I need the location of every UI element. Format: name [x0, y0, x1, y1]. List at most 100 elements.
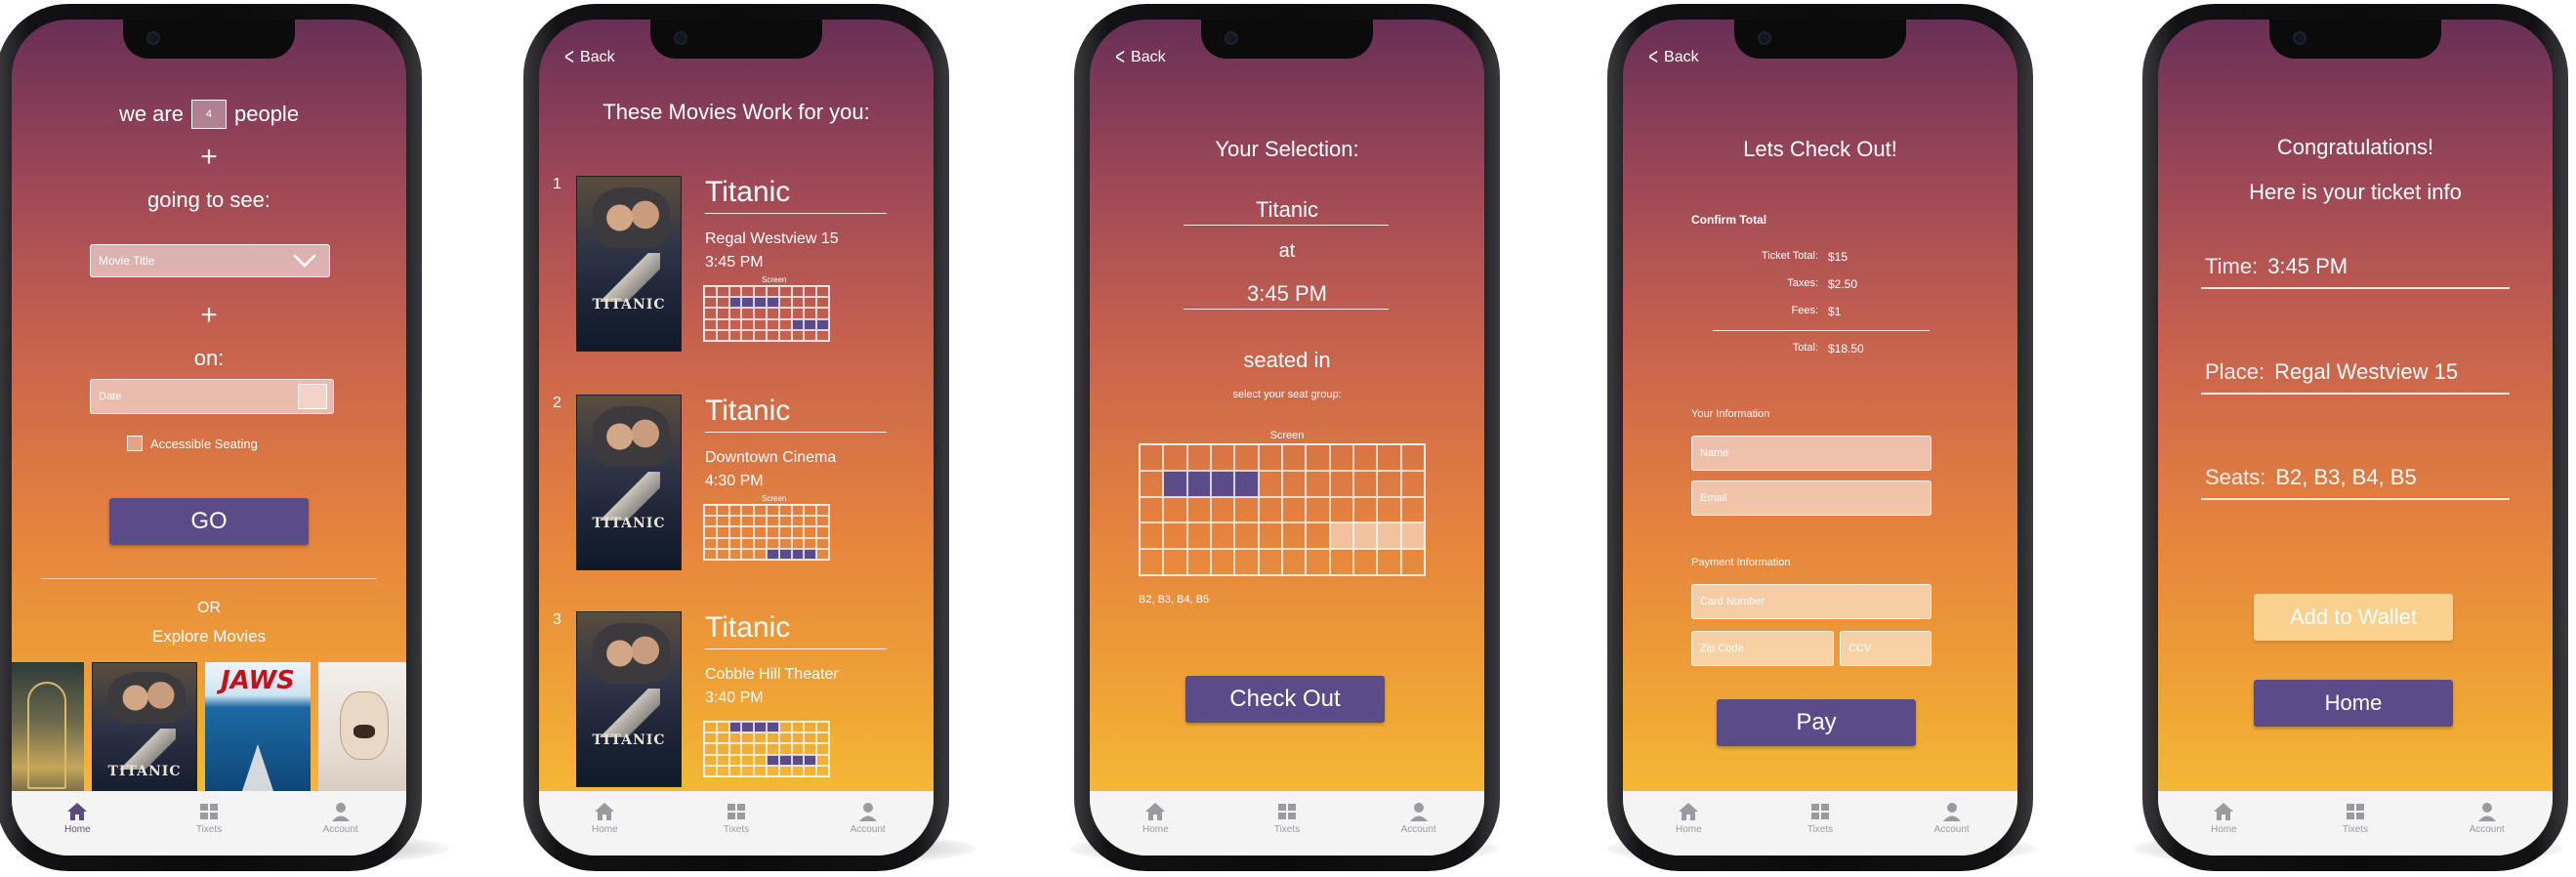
seat-cell[interactable] [804, 318, 817, 330]
seat-cell[interactable] [778, 505, 792, 517]
seat-cell[interactable] [767, 505, 779, 517]
seat-map[interactable] [703, 285, 830, 342]
seat-cell[interactable] [1377, 470, 1401, 497]
seat-cell[interactable] [1140, 470, 1164, 497]
tab-home[interactable]: Home [1116, 801, 1194, 835]
seat-cell[interactable] [767, 297, 779, 309]
poster-titanic[interactable]: TITANIC [92, 662, 197, 813]
seat-cell[interactable] [704, 754, 717, 766]
seat-cell[interactable] [728, 754, 742, 766]
tab-account[interactable]: Account [829, 801, 907, 835]
seat-cell[interactable] [778, 765, 792, 776]
tab-account[interactable]: Account [2448, 801, 2526, 835]
seat-cell[interactable] [716, 286, 729, 298]
seat-cell[interactable] [816, 505, 829, 517]
seat-cell[interactable] [704, 516, 717, 527]
seat-cell[interactable] [1186, 470, 1211, 497]
back-button[interactable]: < Back [1113, 46, 1165, 69]
seat-cell[interactable] [1377, 549, 1401, 575]
seat-cell[interactable] [1234, 496, 1259, 523]
seat-cell[interactable] [816, 318, 829, 330]
seat-cell[interactable] [816, 743, 829, 755]
seat-cell[interactable] [1353, 549, 1378, 575]
seat-cell[interactable] [1163, 522, 1187, 550]
seat-cell[interactable] [791, 297, 805, 309]
seat-cell[interactable] [1211, 444, 1235, 471]
seat-cell[interactable] [778, 526, 792, 538]
seat-cell[interactable] [704, 505, 717, 517]
seat-cell[interactable] [1377, 522, 1401, 550]
go-button[interactable]: GO [109, 498, 309, 545]
seat-cell[interactable] [754, 537, 767, 549]
seat-cell[interactable] [816, 722, 829, 733]
seat-cell[interactable] [1377, 496, 1401, 523]
seat-cell[interactable] [1140, 549, 1164, 575]
seat-cell[interactable] [1163, 496, 1187, 523]
seat-cell[interactable] [728, 286, 742, 298]
seat-cell[interactable] [1234, 444, 1259, 471]
accessible-seating-row[interactable]: Accessible Seating [127, 436, 258, 451]
seat-cell[interactable] [804, 505, 817, 517]
seat-cell[interactable] [1186, 549, 1211, 575]
seat-cell[interactable] [741, 743, 755, 755]
seat-cell[interactable] [716, 329, 729, 341]
seat-cell[interactable] [754, 286, 767, 298]
seat-cell[interactable] [791, 537, 805, 549]
seat-cell[interactable] [704, 318, 717, 330]
tab-account[interactable]: Account [1913, 801, 1991, 835]
seat-cell[interactable] [767, 548, 779, 560]
seat-cell[interactable] [778, 732, 792, 744]
seat-cell[interactable] [716, 743, 729, 755]
seat-cell[interactable] [791, 526, 805, 538]
tab-account[interactable]: Account [302, 801, 380, 835]
seat-cell[interactable] [778, 548, 792, 560]
check-out-button[interactable]: Check Out [1185, 676, 1385, 723]
calendar-icon[interactable] [298, 384, 327, 409]
seat-cell[interactable] [704, 286, 717, 298]
poster-metropolis[interactable] [12, 662, 84, 813]
tab-home[interactable]: Home [1649, 801, 1727, 835]
seat-cell[interactable] [728, 548, 742, 560]
seat-cell[interactable] [1234, 470, 1259, 497]
seat-cell[interactable] [778, 329, 792, 341]
seat-cell[interactable] [767, 329, 779, 341]
seat-cell[interactable] [791, 722, 805, 733]
seat-cell[interactable] [741, 722, 755, 733]
seat-cell[interactable] [816, 308, 829, 319]
seat-cell[interactable] [791, 318, 805, 330]
seat-cell[interactable] [791, 286, 805, 298]
seat-cell[interactable] [704, 526, 717, 538]
seat-cell[interactable] [716, 516, 729, 527]
seat-cell[interactable] [1329, 444, 1353, 471]
seat-cell[interactable] [754, 548, 767, 560]
tab-home[interactable]: Home [38, 801, 116, 835]
seat-cell[interactable] [704, 308, 717, 319]
seat-cell[interactable] [778, 308, 792, 319]
seat-cell[interactable] [1211, 549, 1235, 575]
seat-cell[interactable] [804, 297, 817, 309]
result-poster-titanic[interactable]: TITANIC [576, 176, 682, 352]
seat-cell[interactable] [1329, 496, 1353, 523]
seat-cell[interactable] [1211, 522, 1235, 550]
seat-cell[interactable] [728, 526, 742, 538]
seat-cell[interactable] [704, 297, 717, 309]
tab-tickets[interactable]: Tixets [170, 801, 248, 835]
seat-cell[interactable] [754, 505, 767, 517]
seat-cell[interactable] [778, 516, 792, 527]
seat-cell[interactable] [791, 329, 805, 341]
back-button[interactable]: < Back [1646, 46, 1698, 69]
seat-cell[interactable] [728, 308, 742, 319]
seat-cell[interactable] [754, 743, 767, 755]
ccv-field[interactable]: CCV [1840, 631, 1932, 666]
tab-tickets[interactable]: Tixets [697, 801, 775, 835]
add-to-wallet-button[interactable]: Add to Wallet [2254, 594, 2453, 641]
seat-cell[interactable] [816, 329, 829, 341]
seat-cell[interactable] [804, 754, 817, 766]
seat-cell[interactable] [728, 505, 742, 517]
seat-cell[interactable] [1282, 444, 1307, 471]
date-field[interactable]: Date [90, 379, 334, 414]
seat-cell[interactable] [767, 308, 779, 319]
seat-cell[interactable] [791, 743, 805, 755]
seat-cell[interactable] [741, 505, 755, 517]
seat-cell[interactable] [816, 754, 829, 766]
